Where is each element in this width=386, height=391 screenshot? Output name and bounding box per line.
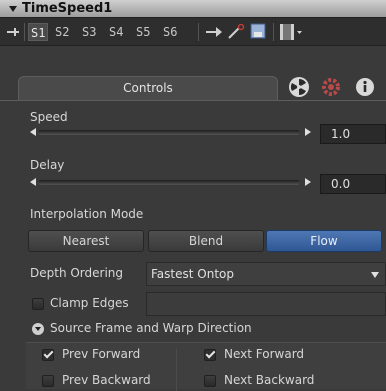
tool-title: TimeSpeed1	[22, 1, 113, 16]
version-s4-button[interactable]: S4	[109, 23, 123, 41]
radiation-icon[interactable]	[288, 76, 310, 98]
info-icon[interactable]	[354, 76, 376, 98]
depth-ordering-label: Depth Ordering	[30, 266, 124, 280]
depth-ordering-value: Fastest Ontop	[151, 267, 234, 281]
version-s2-button[interactable]: S2	[55, 23, 69, 41]
insert-arrow-icon[interactable]	[205, 25, 223, 39]
source-frame-subpanel: Prev Forward Next Forward Prev Backward …	[26, 342, 386, 391]
chevron-down-icon[interactable]	[371, 272, 379, 278]
interp-blend-button[interactable]: Blend	[148, 230, 264, 252]
depth-ordering-dropdown[interactable]: Fastest Ontop	[146, 262, 386, 286]
section-collapse-icon[interactable]	[32, 323, 44, 335]
interp-flow-button[interactable]: Flow	[266, 230, 382, 252]
tool-header[interactable]: TimeSpeed1	[0, 0, 386, 18]
picker-icon[interactable]	[227, 24, 245, 40]
toolbar-divider	[24, 23, 25, 41]
tab-bar: Controls	[0, 46, 386, 104]
prev-forward-checkbox[interactable]	[42, 348, 54, 361]
delay-value-field[interactable]: 0.0	[320, 174, 386, 194]
toolbar: S1 S2 S3 S4 S5 S6	[0, 18, 386, 46]
toolbar-divider	[273, 23, 274, 41]
view-mode-icon[interactable]	[279, 23, 303, 41]
next-backward-label: Next Backward	[224, 373, 315, 387]
delay-decrement-icon[interactable]	[30, 178, 36, 186]
interp-nearest-button[interactable]: Nearest	[28, 230, 144, 252]
version-s3-button[interactable]: S3	[82, 23, 96, 41]
source-frame-label: Source Frame and Warp Direction	[50, 321, 252, 335]
tab-controls[interactable]: Controls	[18, 76, 278, 100]
prev-forward-label: Prev Forward	[62, 347, 141, 361]
speed-value-field[interactable]: 1.0	[320, 124, 386, 144]
next-backward-checkbox[interactable]	[204, 375, 216, 387]
collapse-arrow-icon[interactable]	[9, 6, 17, 12]
column-divider	[176, 349, 177, 391]
tabs-divider	[0, 100, 386, 101]
save-icon[interactable]	[250, 23, 266, 39]
version-s6-button[interactable]: S6	[163, 23, 177, 41]
pin-icon[interactable]	[6, 26, 20, 38]
prev-backward-checkbox[interactable]	[42, 375, 54, 387]
next-forward-label: Next Forward	[224, 347, 305, 361]
clamp-edges-label: Clamp Edges	[50, 296, 129, 310]
toolbar-divider	[198, 23, 199, 41]
settings-gear-icon[interactable]	[320, 76, 342, 98]
clamp-edges-field	[146, 292, 386, 316]
speed-increment-icon[interactable]	[305, 128, 311, 136]
delay-slider[interactable]	[38, 180, 300, 185]
prev-backward-label: Prev Backward	[62, 373, 151, 387]
version-s1-button[interactable]: S1	[28, 23, 49, 41]
speed-decrement-icon[interactable]	[30, 128, 36, 136]
speed-slider[interactable]	[38, 130, 300, 135]
source-frame-section-header[interactable]: Source Frame and Warp Direction	[0, 320, 386, 340]
interpolation-label: Interpolation Mode	[30, 207, 144, 221]
next-forward-checkbox[interactable]	[204, 348, 216, 361]
clamp-edges-checkbox[interactable]	[32, 298, 44, 310]
delay-label: Delay	[30, 158, 65, 172]
version-s5-button[interactable]: S5	[136, 23, 150, 41]
speed-label: Speed	[30, 110, 68, 124]
delay-increment-icon[interactable]	[305, 178, 311, 186]
tool-panel: TimeSpeed1 S1 S2 S3 S4 S5 S6 Controls Sp…	[0, 0, 386, 391]
